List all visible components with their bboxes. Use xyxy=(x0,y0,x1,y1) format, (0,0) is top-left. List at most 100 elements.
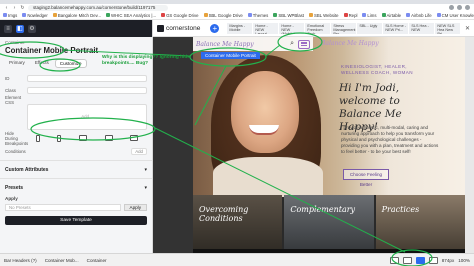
reload-icon[interactable]: ↻ xyxy=(20,5,25,11)
add-element-button[interactable]: + xyxy=(210,23,220,33)
card-overcoming-conditions[interactable]: Overcoming Conditions xyxy=(193,195,283,253)
back-icon[interactable]: ‹ xyxy=(4,5,9,11)
bookmark-favicon-icon xyxy=(247,13,252,17)
close-icon[interactable]: ✕ xyxy=(465,25,470,32)
breakpoint-sm-icon[interactable] xyxy=(57,134,62,142)
site-logo[interactable]: Balance Me Happy xyxy=(196,41,254,48)
breakpoint-md-button[interactable] xyxy=(415,256,425,264)
bookmark-item[interactable]: WHIC SEA Analytics |... xyxy=(106,13,156,18)
bookmark-favicon-icon xyxy=(203,13,208,17)
site-nav-bar[interactable]: Balance Me Happy ⌕ xyxy=(193,37,313,51)
cornerstone-logo: cornerstone xyxy=(157,24,200,32)
extension-icon[interactable] xyxy=(457,5,462,10)
bookmark-label: Airbnb Life xyxy=(411,12,432,18)
breakpoint-xs-icon[interactable] xyxy=(35,134,40,142)
choose-feeling-better-button[interactable]: Choose Feeling Better xyxy=(343,169,389,187)
forward-icon[interactable]: › xyxy=(12,5,17,11)
builder-tab[interactable]: NEW SLS Hea New Pri... xyxy=(435,22,461,34)
bookmark-item[interactable]: Bangalore Mitch Dev... xyxy=(52,12,102,18)
apply-button[interactable]: Apply xyxy=(123,204,147,211)
bookmark-item[interactable]: Airbnb Life xyxy=(406,13,432,18)
chevron-down-icon: ▾ xyxy=(144,167,147,173)
bookmark-item[interactable]: SBL Website xyxy=(308,13,339,18)
card-practices[interactable]: Practices xyxy=(375,195,465,253)
service-cards: Overcoming Conditions Complementary Prac… xyxy=(193,195,465,253)
preset-select[interactable]: No Presets xyxy=(5,204,121,211)
zoom-level[interactable]: 100% xyxy=(458,258,470,263)
extensions-area xyxy=(449,5,470,10)
bookmark-item[interactable]: Repl xyxy=(343,13,357,18)
builder-bottom-bar: Bar Headers (?) Container Mob... Contain… xyxy=(0,253,474,266)
url-field[interactable]: staging2.balancemehappy.com.au/cornersto… xyxy=(28,4,168,11)
preset-row: No Presets Apply xyxy=(0,201,152,211)
breakpoint-lg-button[interactable] xyxy=(428,256,438,264)
bookmark-item[interactable]: Themes xyxy=(247,13,268,18)
card-title: Overcoming Conditions xyxy=(199,205,249,223)
builder-tab[interactable]: Home - NEW (Mobile) xyxy=(279,22,305,34)
id-field[interactable] xyxy=(27,74,147,82)
bookmark-item[interactable]: CM User Knowledgeb... xyxy=(436,12,474,18)
breadcrumb[interactable]: Container xyxy=(0,37,152,45)
breakpoint-md-icon[interactable] xyxy=(78,134,87,141)
breakpoint-xl-icon[interactable] xyxy=(130,134,139,141)
tab-effects[interactable]: Effects xyxy=(31,59,53,68)
container-element-tag[interactable]: Container Mobile Portrait xyxy=(201,52,260,59)
canvas-gutter xyxy=(153,37,193,253)
bottom-breadcrumb-item[interactable]: Container Mob... xyxy=(45,258,79,263)
width-readout: 874px xyxy=(441,257,455,263)
bookmark-item[interactable]: Imgs xyxy=(3,13,17,18)
builder-tab[interactable]: Emotional Freedom Tech. xyxy=(305,22,331,34)
bookmark-favicon-icon xyxy=(308,13,313,17)
settings-icon[interactable]: ⚙ xyxy=(28,24,36,33)
card-complementary[interactable]: Complementary xyxy=(284,195,374,253)
tab-customize[interactable]: Customize xyxy=(54,59,87,68)
cornerstone-mark-icon xyxy=(157,24,164,32)
bottom-breadcrumb-item[interactable]: Bar Headers (?) xyxy=(4,258,37,263)
bookmark-label: SBL WPBlast xyxy=(278,12,304,18)
class-field[interactable] xyxy=(27,86,147,94)
bookmark-item[interactable]: Nowledger xyxy=(22,13,48,18)
save-template-button[interactable]: Save Template xyxy=(5,216,147,225)
bookmark-favicon-icon xyxy=(273,13,278,17)
conditions-add-button[interactable]: Add xyxy=(131,148,147,155)
extension-icon[interactable] xyxy=(449,5,454,10)
id-label: ID xyxy=(5,75,10,81)
profile-avatar[interactable] xyxy=(465,5,470,10)
bookmark-favicon-icon xyxy=(106,13,111,17)
bookmark-item[interactable]: Airtable xyxy=(381,12,402,18)
builder-tab[interactable]: Margins - Mobile xyxy=(227,22,253,34)
bookmark-favicon-icon xyxy=(343,13,348,17)
element-css-editor[interactable]: Add... xyxy=(27,104,147,130)
builder-tab[interactable]: Stress Management Pro... xyxy=(331,22,357,34)
bookmark-label: Bangalore Mitch Dev... xyxy=(57,12,102,18)
builder-tab[interactable]: SBL - Ugly xyxy=(357,22,383,34)
id-row: ID xyxy=(0,72,152,84)
bookmark-label: Airtable xyxy=(386,12,402,18)
bookmark-item[interactable]: GS Google Drive xyxy=(161,13,199,18)
site-logo-secondary[interactable]: Balance Me Happy xyxy=(321,40,379,47)
inspector-icon[interactable]: ◧ xyxy=(16,24,24,33)
card-title: Complementary xyxy=(290,205,356,214)
breakpoint-lg-icon[interactable] xyxy=(104,134,113,141)
bookmark-label: CM User Knowledgeb... xyxy=(441,12,474,18)
builder-tab[interactable]: Home - NEW Layout xyxy=(253,22,279,34)
layers-icon[interactable]: ≡ xyxy=(4,24,12,33)
bookmark-item[interactable]: Lims xyxy=(362,13,377,18)
bookmark-favicon-icon xyxy=(161,13,166,17)
bookmark-item[interactable]: SBL WPBlast xyxy=(273,13,304,18)
bookmark-item[interactable]: SBL Google Drive xyxy=(203,13,243,18)
builder-tab[interactable]: SLS Hea - NEW xyxy=(409,22,435,34)
breakpoint-xs-button[interactable] xyxy=(389,256,399,264)
presets-section[interactable]: Presets ▾ xyxy=(0,178,152,193)
tab-primary[interactable]: Primary xyxy=(5,59,29,68)
breakpoint-sm-button[interactable] xyxy=(402,256,412,264)
search-icon[interactable]: ⌕ xyxy=(290,40,294,48)
bookmark-favicon-icon xyxy=(381,13,386,17)
canvas-scrollbar[interactable] xyxy=(465,37,474,253)
bookmark-label: Imgs xyxy=(8,12,18,18)
hamburger-menu-icon[interactable] xyxy=(298,39,310,49)
bottom-breadcrumb-item[interactable]: Container xyxy=(87,258,107,263)
builder-tab[interactable]: SLS Home - NEW Pri... xyxy=(383,22,409,34)
bookmarks-bar: Imgs Nowledger Bangalore Mitch Dev... WHIC … xyxy=(0,11,474,20)
custom-attributes-section[interactable]: Custom Attributes ▾ xyxy=(0,160,152,175)
